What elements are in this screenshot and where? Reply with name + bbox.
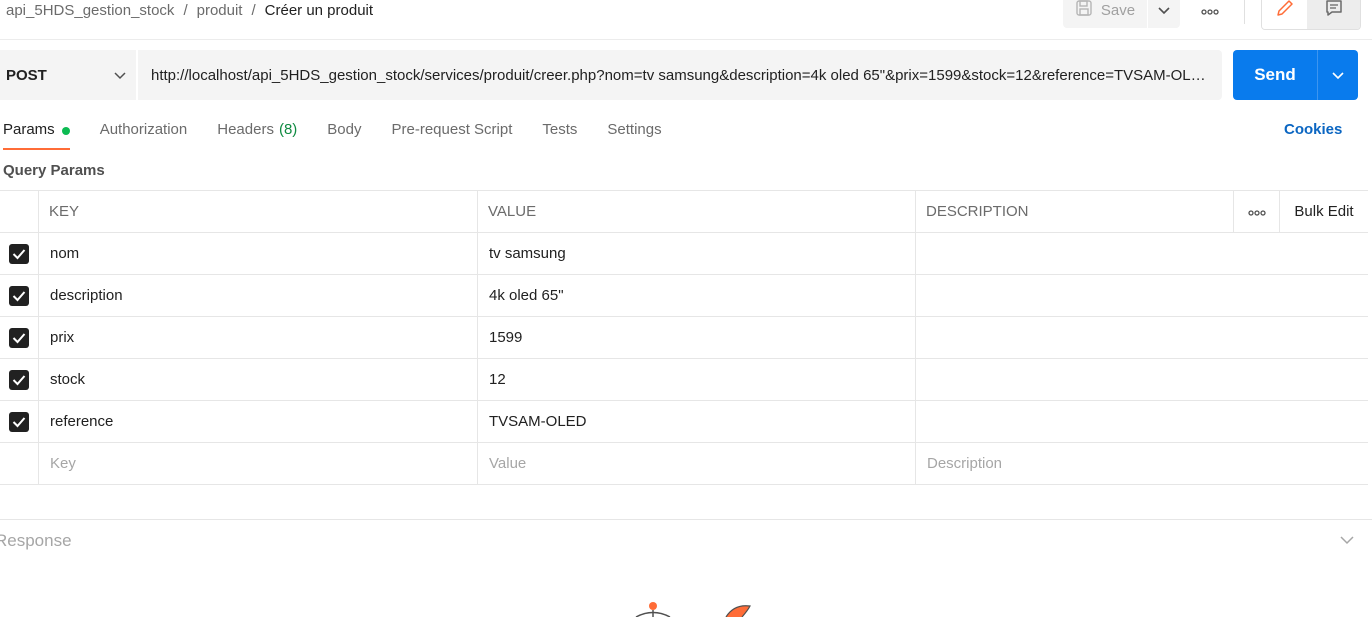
chevron-down-icon	[1340, 532, 1354, 549]
params-active-dot	[61, 127, 70, 135]
row-checkbox[interactable]	[0, 317, 39, 358]
chevron-down-icon	[1158, 2, 1170, 19]
tab-label: Params	[3, 121, 55, 138]
checkmark-icon	[9, 285, 29, 306]
table-row: reference TVSAM-OLED	[0, 401, 1368, 443]
method-select[interactable]: POST	[0, 50, 136, 100]
save-group: Save	[1063, 0, 1180, 28]
tab-authorization[interactable]: Authorization	[100, 118, 188, 150]
tab-label: Authorization	[99, 121, 188, 138]
save-options-button[interactable]	[1148, 0, 1180, 28]
param-key[interactable]: prix	[39, 317, 478, 358]
collapse-response-button[interactable]	[1340, 532, 1354, 549]
cookies-link[interactable]: Cookies	[1284, 121, 1342, 138]
param-description[interactable]	[916, 233, 1368, 274]
tab-label: Headers	[217, 121, 274, 138]
comments-button[interactable]	[1307, 0, 1360, 29]
header-description: DESCRIPTION	[916, 191, 1234, 232]
header-key: KEY	[39, 191, 478, 232]
breadcrumb: api_5HDS_gestion_stock / produit / Créer…	[6, 0, 373, 20]
tab-label: Tests	[542, 121, 578, 138]
breadcrumb-separator: /	[251, 1, 256, 19]
tab-pre-request-script[interactable]: Pre-request Script	[392, 118, 513, 150]
row-checkbox[interactable]	[0, 401, 39, 442]
tab-settings[interactable]: Settings	[607, 118, 661, 150]
send-options-button[interactable]	[1317, 50, 1358, 100]
chevron-down-icon	[1332, 67, 1344, 84]
breadcrumb-folder[interactable]: produit	[197, 2, 243, 19]
param-value[interactable]: 1599	[478, 317, 916, 358]
breadcrumb-collection[interactable]: api_5HDS_gestion_stock	[6, 2, 174, 19]
request-name[interactable]: Créer un produit	[265, 2, 373, 19]
send-group: Send	[1233, 50, 1358, 100]
tab-label: Pre-request Script	[391, 121, 513, 138]
query-params-title: Query Params	[3, 162, 105, 179]
tab-label: Body	[327, 121, 362, 138]
param-value[interactable]: 4k oled 65"	[478, 275, 916, 316]
query-params-table: KEY VALUE DESCRIPTION Bulk Edit nom tv s…	[0, 190, 1368, 485]
tab-tests[interactable]: Tests	[542, 118, 577, 150]
param-value[interactable]: 12	[478, 359, 916, 400]
send-button[interactable]: Send	[1233, 50, 1317, 100]
tab-headers[interactable]: Headers (8)	[217, 118, 297, 150]
comment-icon	[1324, 0, 1344, 22]
row-checkbox[interactable]	[0, 275, 39, 316]
empty-response-illustration	[630, 598, 760, 621]
chevron-down-icon	[114, 67, 126, 84]
save-label: Save	[1100, 1, 1136, 19]
row-checkbox[interactable]	[0, 233, 39, 274]
param-value[interactable]: TVSAM-OLED	[478, 401, 916, 442]
table-row: stock 12	[0, 359, 1368, 401]
header-divider	[0, 39, 1372, 40]
bulk-edit-button[interactable]: Bulk Edit	[1280, 191, 1368, 232]
new-description-input[interactable]: Description	[916, 443, 1368, 484]
param-key[interactable]: reference	[39, 401, 478, 442]
table-row: description 4k oled 65"	[0, 275, 1368, 317]
url-input[interactable]: http://localhost/api_5HDS_gestion_stock/…	[138, 50, 1222, 100]
view-mode-toggle	[1261, 0, 1361, 30]
checkmark-icon	[9, 369, 29, 390]
more-horizontal-icon	[1247, 203, 1266, 220]
method-label: POST	[6, 66, 47, 84]
param-key[interactable]: stock	[39, 359, 478, 400]
param-key[interactable]: nom	[39, 233, 478, 274]
edit-mode-button[interactable]	[1262, 0, 1307, 29]
breadcrumb-separator: /	[183, 1, 188, 19]
save-button[interactable]: Save	[1063, 0, 1147, 28]
response-divider	[0, 519, 1372, 520]
empty-checkbox-cell	[0, 443, 39, 484]
param-key[interactable]: description	[39, 275, 478, 316]
table-row: nom tv samsung	[0, 233, 1368, 275]
tab-label: Settings	[607, 121, 662, 138]
header-value: VALUE	[478, 191, 916, 232]
save-icon	[1075, 0, 1093, 21]
param-value[interactable]: tv samsung	[478, 233, 916, 274]
header-checkbox-cell	[0, 191, 39, 232]
param-description[interactable]	[916, 401, 1368, 442]
pencil-icon	[1275, 0, 1295, 22]
response-title[interactable]: Response	[0, 531, 72, 551]
param-description[interactable]	[916, 359, 1368, 400]
row-checkbox[interactable]	[0, 359, 39, 400]
new-key-input[interactable]: Key	[39, 443, 478, 484]
param-description[interactable]	[916, 317, 1368, 358]
tab-body[interactable]: Body	[327, 118, 361, 150]
more-actions-button[interactable]	[1196, 0, 1224, 20]
tab-params[interactable]: Params	[3, 118, 70, 150]
checkmark-icon	[9, 243, 29, 264]
url-text: http://localhost/api_5HDS_gestion_stock/…	[151, 66, 1210, 84]
headers-count: (8)	[278, 121, 298, 138]
toolbar-divider	[1244, 0, 1245, 24]
checkmark-icon	[9, 327, 29, 348]
request-tabs: Params Authorization Headers (8) Body Pr…	[3, 118, 692, 150]
checkmark-icon	[9, 411, 29, 432]
new-param-row: Key Value Description	[0, 443, 1368, 485]
column-options-button[interactable]	[1234, 191, 1280, 232]
more-horizontal-icon	[1201, 2, 1219, 19]
param-description[interactable]	[916, 275, 1368, 316]
new-value-input[interactable]: Value	[478, 443, 916, 484]
table-header: KEY VALUE DESCRIPTION Bulk Edit	[0, 190, 1368, 233]
table-row: prix 1599	[0, 317, 1368, 359]
